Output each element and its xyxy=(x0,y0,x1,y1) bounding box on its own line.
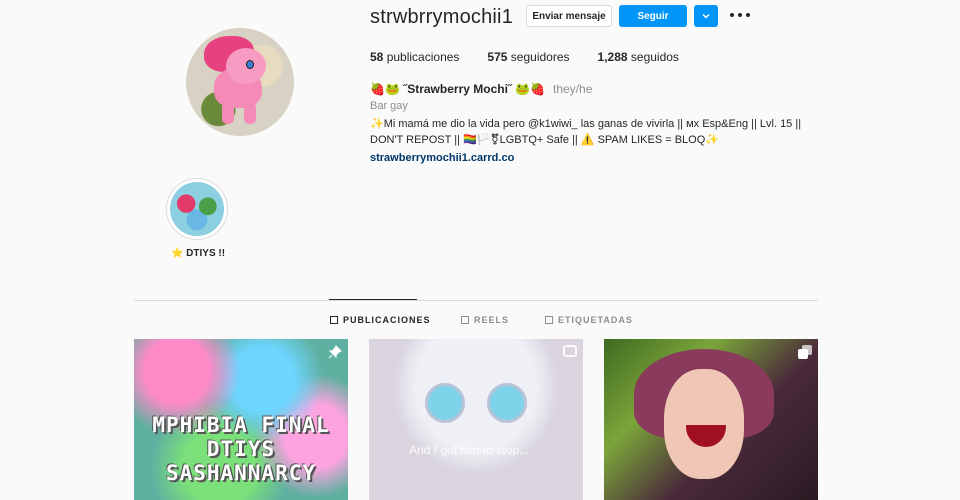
follow-button[interactable]: Seguir xyxy=(619,5,687,27)
eye-art xyxy=(487,383,527,423)
post-caption-overlay: And I got him to stop... xyxy=(409,443,530,457)
eye-art xyxy=(425,383,465,423)
profile-stats: 58 publicaciones 575 seguidores 1,288 se… xyxy=(370,50,679,64)
followers-stat[interactable]: 575 seguidores xyxy=(487,50,569,64)
post-thumbnail[interactable]: And I got him to stop... xyxy=(369,339,583,500)
post-text-line: DTIYS xyxy=(206,437,276,461)
post-thumbnail[interactable] xyxy=(604,339,818,500)
tab-reels[interactable]: REELS xyxy=(461,315,509,325)
tab-posts[interactable]: PUBLICACIONES xyxy=(330,315,431,325)
tagged-icon xyxy=(545,316,553,324)
highlight-label: ⭐ DTIYS !! xyxy=(170,248,226,259)
tab-tagged[interactable]: ETIQUETADAS xyxy=(545,315,633,325)
pin-icon xyxy=(328,345,342,359)
highlight-cover-image xyxy=(170,182,224,236)
following-stat[interactable]: 1,288 seguidos xyxy=(598,50,679,64)
tabs-divider xyxy=(134,300,818,301)
reels-icon xyxy=(461,316,469,324)
bio-text: ✨Mi mamá me dio la vida pero @k1wiwi_ la… xyxy=(370,118,802,146)
category: Bar gay xyxy=(370,100,408,112)
suggested-dropdown-button[interactable] xyxy=(694,5,718,27)
username: strwbrrymochii1 xyxy=(370,6,514,28)
post-text-line: MPHIBIA FINAL xyxy=(152,413,330,437)
camera-icon xyxy=(563,345,577,357)
full-name: 🍓🐸 ˝Strawberry Mochi˝ 🐸🍓 xyxy=(370,82,546,96)
posts-stat: 58 publicaciones xyxy=(370,50,460,64)
more-options-icon[interactable] xyxy=(730,6,750,24)
pronouns: they/he xyxy=(553,82,593,96)
carousel-icon xyxy=(798,345,812,359)
post-text-line: SASHANNARCY xyxy=(165,461,317,485)
bio-link[interactable]: strawberrymochii1.carrd.co xyxy=(370,152,514,164)
post-thumbnail[interactable]: MPHIBIA FINAL DTIYS SASHANNARCY xyxy=(134,339,348,500)
story-highlight[interactable] xyxy=(166,178,228,240)
artwork-face xyxy=(664,369,744,479)
grid-icon xyxy=(330,316,338,324)
profile-avatar[interactable] xyxy=(186,28,294,136)
send-message-button[interactable]: Enviar mensaje xyxy=(526,5,612,27)
active-tab-indicator xyxy=(329,299,417,300)
chevron-down-icon xyxy=(702,13,710,19)
